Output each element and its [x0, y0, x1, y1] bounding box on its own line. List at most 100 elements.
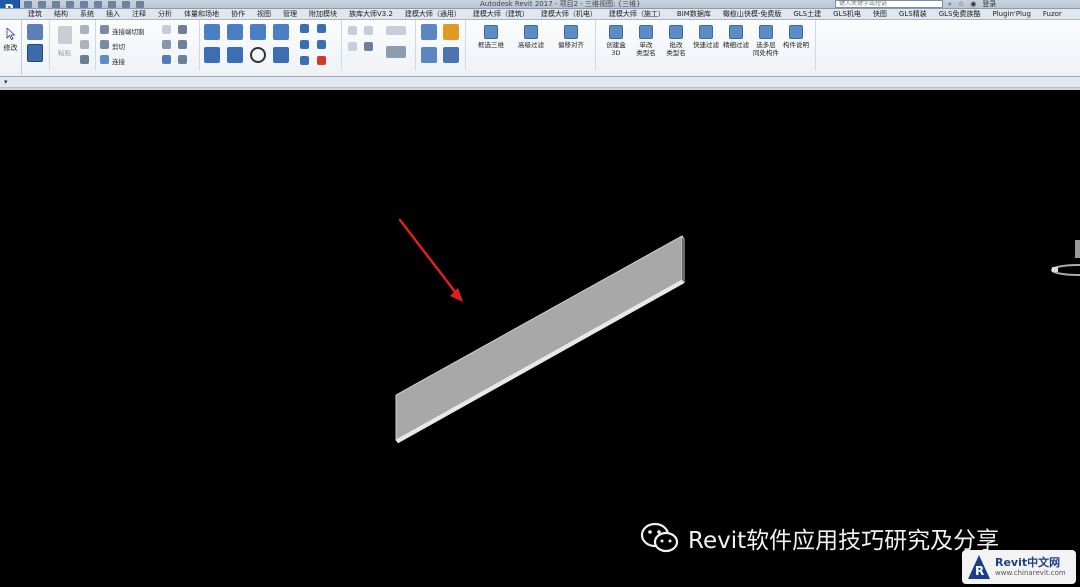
3d-viewport[interactable] — [0, 90, 1080, 587]
tab-0[interactable]: 建筑 — [22, 9, 48, 19]
tab-7[interactable]: 协作 — [225, 9, 251, 19]
star-icon[interactable]: ☆ — [958, 0, 964, 8]
cut-clip-icon[interactable] — [80, 25, 89, 34]
text-icon[interactable] — [108, 1, 116, 8]
thin-lines-icon[interactable] — [136, 1, 144, 8]
remove-paint-icon[interactable] — [162, 55, 171, 64]
view-tool-1-icon[interactable] — [348, 26, 357, 35]
search-input[interactable]: 键入关键字或短语 — [835, 0, 943, 8]
wall-panel[interactable] — [395, 235, 685, 444]
mirror-draw-icon[interactable] — [273, 24, 289, 40]
tab-2[interactable]: 系统 — [74, 9, 100, 19]
tab-11[interactable]: 族库大师V3.2 — [343, 9, 399, 19]
tab-6[interactable]: 体量和场地 — [178, 9, 225, 19]
join-cut-label[interactable]: 连接端切割 — [112, 26, 145, 36]
offset-align-button[interactable]: 偏移对齐 — [552, 23, 590, 69]
modify-button[interactable]: 修改 — [0, 20, 22, 77]
create-similar-icon[interactable] — [443, 47, 459, 63]
tab-10[interactable]: 附加模块 — [303, 9, 343, 19]
tab-8[interactable]: 视图 — [251, 9, 277, 19]
clipboard-group: 粘贴 — [50, 20, 96, 70]
join-geometry-icon[interactable] — [100, 55, 109, 64]
component-notes-button[interactable]: 构件说明 — [782, 23, 810, 69]
redo-icon[interactable] — [66, 1, 74, 8]
move-icon[interactable] — [204, 47, 220, 63]
type-properties-icon[interactable] — [27, 44, 43, 62]
tab-17[interactable]: 橄榄山快模-免费版 — [717, 9, 788, 19]
properties-icon[interactable] — [27, 24, 43, 40]
measure-icon[interactable] — [94, 1, 102, 8]
trim-extend-icon[interactable] — [273, 47, 289, 63]
advanced-filter-button[interactable]: 高级过滤 — [512, 23, 550, 69]
tab-5[interactable]: 分析 — [152, 9, 178, 19]
join-label[interactable]: 连接 — [112, 56, 125, 66]
tab-1[interactable]: 结构 — [48, 9, 74, 19]
tab-3[interactable]: 插入 — [100, 9, 126, 19]
cut-geometry-icon[interactable] — [100, 40, 109, 49]
delete-icon[interactable] — [317, 56, 326, 65]
tab-16[interactable]: BIM数据库 — [671, 9, 717, 19]
tab-24[interactable]: Fuzor — [1037, 9, 1068, 19]
cope-icon[interactable] — [100, 25, 109, 34]
print-icon[interactable] — [80, 1, 88, 8]
create-assembly-icon[interactable] — [421, 24, 437, 40]
tab-14[interactable]: 建模大师（机电） — [535, 9, 603, 19]
tab-20[interactable]: 快图 — [867, 9, 893, 19]
mirror-axis-icon[interactable] — [250, 24, 266, 40]
rename-type-button[interactable]: 单改 类型名 — [632, 23, 660, 69]
signin-link[interactable]: 登录 — [982, 0, 996, 8]
user-icon[interactable]: ◉ — [970, 0, 976, 8]
paint-icon[interactable] — [162, 40, 171, 49]
scale-icon[interactable] — [317, 40, 326, 49]
view-tool-2-icon[interactable] — [364, 26, 373, 35]
tab-13[interactable]: 建模大师（建筑） — [467, 9, 535, 19]
copy-element-icon[interactable] — [227, 47, 243, 63]
viewcube-icon[interactable] — [1048, 240, 1080, 282]
rotate-icon[interactable] — [250, 47, 266, 63]
align-icon[interactable] — [204, 24, 220, 40]
revit-app-button[interactable]: R — [0, 0, 20, 8]
tab-21[interactable]: GLS精装 — [893, 9, 933, 19]
pin-icon[interactable] — [300, 56, 309, 65]
save-icon[interactable] — [38, 1, 46, 8]
cut-label[interactable]: 剪切 — [112, 41, 125, 51]
paste-icon[interactable] — [58, 26, 72, 44]
tab-9[interactable]: 管理 — [277, 9, 303, 19]
tab-19[interactable]: GLS机电 — [827, 9, 867, 19]
quick-filter-button[interactable]: 快速过滤 — [692, 23, 720, 69]
create-parts-icon[interactable] — [443, 24, 459, 40]
demolish-icon[interactable] — [178, 40, 187, 49]
binoculars-icon[interactable]: ⌕ — [948, 0, 952, 8]
open-icon[interactable] — [24, 1, 32, 8]
match-type-icon[interactable] — [80, 55, 89, 64]
revit-r-logo-icon: R — [968, 555, 990, 579]
create-group-icon[interactable] — [421, 47, 437, 63]
multi-level-select-button[interactable]: 选多层 同处构件 — [752, 23, 780, 69]
box-3d-button[interactable]: 框选三维 — [472, 23, 510, 69]
drawing-canvas[interactable] — [0, 90, 1080, 587]
dimension-icon[interactable] — [386, 46, 406, 58]
wall-join-icon[interactable] — [162, 25, 171, 34]
tab-18[interactable]: GLS土建 — [787, 9, 827, 19]
offset-icon[interactable] — [227, 24, 243, 40]
view-tool-3-icon[interactable] — [348, 42, 357, 51]
tab-22[interactable]: GLS免费族酷 — [933, 9, 987, 19]
linework-icon[interactable] — [364, 42, 373, 51]
section-box-button[interactable]: 创建盒3D — [602, 23, 630, 69]
undo-icon[interactable] — [52, 1, 60, 8]
copy-icon[interactable] — [80, 40, 89, 49]
tab-12[interactable]: 建模大师（通用） — [399, 9, 467, 19]
fine-filter-button[interactable]: 精细过滤 — [722, 23, 750, 69]
batch-rename-button[interactable]: 批改 类型名 — [662, 23, 690, 69]
split-face-icon[interactable] — [178, 25, 187, 34]
array-icon[interactable] — [300, 40, 309, 49]
split-gap-icon[interactable] — [317, 24, 326, 33]
modify-dropdown-icon[interactable]: ▾ — [4, 78, 8, 86]
3d-view-icon[interactable] — [122, 1, 130, 8]
split-element-icon[interactable] — [300, 24, 309, 33]
tab-4[interactable]: 注释 — [126, 9, 152, 19]
measure-tool-icon[interactable] — [386, 26, 406, 35]
tab-15[interactable]: 建模大师（施工） — [603, 9, 671, 19]
hammer-icon[interactable] — [178, 55, 187, 64]
tab-23[interactable]: Plugin'Plug — [986, 9, 1036, 19]
